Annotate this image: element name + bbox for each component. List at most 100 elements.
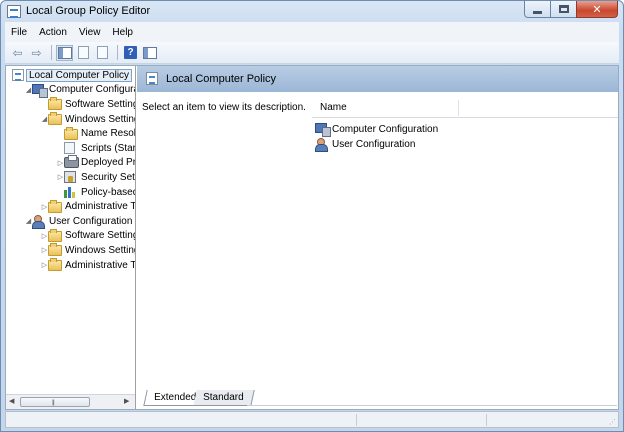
tree-node-label: Windows Setting	[65, 244, 136, 256]
tree-node[interactable]: ▷Deployed Prin	[6, 155, 136, 171]
menu-help[interactable]: Help	[112, 27, 133, 38]
tree-node[interactable]: ◢ Windows Setting	[6, 112, 135, 127]
close-icon: ✕	[592, 2, 602, 16]
tree-node[interactable]: ◢ Computer Configura	[6, 83, 136, 98]
show-hide-console-tree-button[interactable]	[56, 44, 73, 61]
menu-action[interactable]: Action	[39, 27, 67, 38]
tree-node[interactable]: ▷ Windows Setting	[6, 243, 136, 258]
policy-icon	[12, 69, 24, 82]
action-pane-icon	[142, 46, 157, 59]
folder-icon	[48, 228, 62, 242]
menu-bar: File Action View Help	[5, 22, 619, 42]
maximize-button[interactable]	[550, 1, 576, 18]
tree-node[interactable]: Local Computer Policy	[6, 68, 135, 83]
toolbar-separator	[117, 45, 118, 60]
users-icon	[32, 215, 47, 230]
maximize-icon	[558, 5, 569, 13]
help-icon: ?	[124, 46, 137, 59]
policy-icon	[146, 72, 158, 85]
computer-icon	[32, 83, 48, 98]
tree-node-label: Security Settin	[81, 171, 135, 183]
properties-button[interactable]	[75, 45, 92, 61]
title-bar[interactable]: Local Group Policy Editor ✕	[1, 1, 623, 21]
list-item-label: Computer Configuration	[332, 123, 439, 135]
script-icon	[64, 142, 75, 155]
details-header: Local Computer Policy	[137, 66, 618, 92]
tree-node[interactable]: Scripts (Startu	[6, 141, 136, 156]
toolbar: ⇦ ⇨ ?	[5, 42, 619, 64]
details-list: Name Computer Configuration User Configu…	[312, 92, 618, 386]
tab-baseline	[247, 405, 617, 406]
minimize-button[interactable]	[524, 1, 550, 18]
status-bar: ⋰	[5, 411, 619, 428]
list-item-label: User Configuration	[332, 138, 416, 150]
tree-node-label: Name Resolu	[81, 128, 136, 140]
tree-node-label: Deployed Prin	[81, 157, 136, 169]
tree-node[interactable]: ▷ Administrative Te	[6, 258, 136, 273]
folder-icon	[48, 112, 62, 126]
printer-icon	[64, 155, 79, 169]
tree-node-label: Software Settings	[65, 230, 136, 242]
list-item-computer-configuration[interactable]: Computer Configuration	[315, 122, 439, 137]
folder-icon	[48, 258, 62, 272]
tree-node[interactable]: Policy-based	[6, 185, 135, 200]
tab-standard-label: Standard	[203, 392, 244, 403]
computer-icon	[315, 123, 331, 137]
help-button[interactable]: ?	[122, 45, 139, 61]
minimize-icon	[533, 10, 542, 14]
tree-horizontal-scrollbar[interactable]: ◀ ||| ▶	[6, 394, 135, 409]
details-title: Local Computer Policy	[166, 73, 277, 85]
console-tree-pane: Local Computer Policy ◢ Computer Configura…	[6, 66, 136, 409]
toolbar-separator	[51, 45, 52, 60]
back-button[interactable]: ⇦	[9, 45, 26, 61]
forward-arrow-icon: ⇨	[31, 45, 42, 60]
show-hide-action-pane-button[interactable]	[141, 45, 158, 61]
tab-standard[interactable]: Standard	[193, 390, 255, 406]
details-pane: Local Computer Policy Select an item to …	[137, 66, 618, 409]
security-icon	[64, 171, 76, 184]
folder-icon	[48, 199, 62, 213]
back-arrow-icon: ⇦	[12, 45, 23, 60]
tree-node[interactable]: Software Settings	[6, 97, 136, 112]
scroll-right-icon[interactable]: ▶	[124, 397, 129, 405]
description-text: Select an item to view its description.	[142, 102, 306, 113]
view-tabs: Extended Standard	[139, 388, 617, 408]
console-tree: Local Computer Policy ◢ Computer Configura…	[6, 68, 136, 273]
tree-node-label: Administrative Te	[65, 259, 136, 271]
tree-node[interactable]: Name Resolu	[6, 126, 136, 141]
users-icon	[315, 138, 330, 152]
forward-button[interactable]: ⇨	[28, 45, 45, 61]
folder-icon	[48, 97, 62, 111]
tree-node-label: Computer Configura	[49, 84, 136, 96]
tree-node[interactable]: ◢ User Configuration	[6, 214, 135, 230]
tab-extended-label: Extended	[154, 392, 197, 403]
mmc-content: Local Computer Policy ◢ Computer Configura…	[5, 65, 619, 410]
tree-node[interactable]: ▷ Administrative Te	[6, 199, 136, 214]
list-column-header: Name	[312, 98, 618, 118]
close-button[interactable]: ✕	[576, 1, 618, 18]
tree-node-label: Local Computer Policy	[26, 68, 133, 82]
export-list-button[interactable]	[94, 45, 111, 61]
tree-node-label: User Configuration	[49, 215, 133, 227]
list-item-user-configuration[interactable]: User Configuration	[315, 137, 416, 152]
caption-buttons: ✕	[524, 1, 618, 18]
menu-file[interactable]: File	[11, 27, 27, 38]
tree-node[interactable]: ▷ Software Settings	[6, 228, 136, 244]
column-header-name[interactable]: Name	[320, 102, 347, 113]
scroll-left-icon[interactable]: ◀	[9, 397, 14, 405]
tree-node-label: Software Settings	[65, 98, 136, 110]
tree-node[interactable]: ▷Security Settin	[6, 170, 135, 185]
status-segment	[486, 414, 487, 426]
scrollbar-thumb[interactable]: |||	[20, 397, 90, 407]
status-segment	[356, 414, 357, 426]
console-tree-icon	[57, 46, 72, 59]
properties-icon	[78, 46, 89, 59]
column-divider[interactable]	[458, 100, 459, 116]
resize-grip-icon[interactable]: ⋰	[609, 418, 616, 426]
menu-view[interactable]: View	[79, 27, 101, 38]
chart-icon	[64, 186, 77, 199]
app-window: Local Group Policy Editor ✕ File Action …	[0, 0, 624, 432]
group-policy-app-icon	[7, 5, 21, 18]
tree-node-label: Scripts (Startu	[81, 142, 136, 154]
tree-node-label: Administrative Te	[65, 201, 136, 213]
